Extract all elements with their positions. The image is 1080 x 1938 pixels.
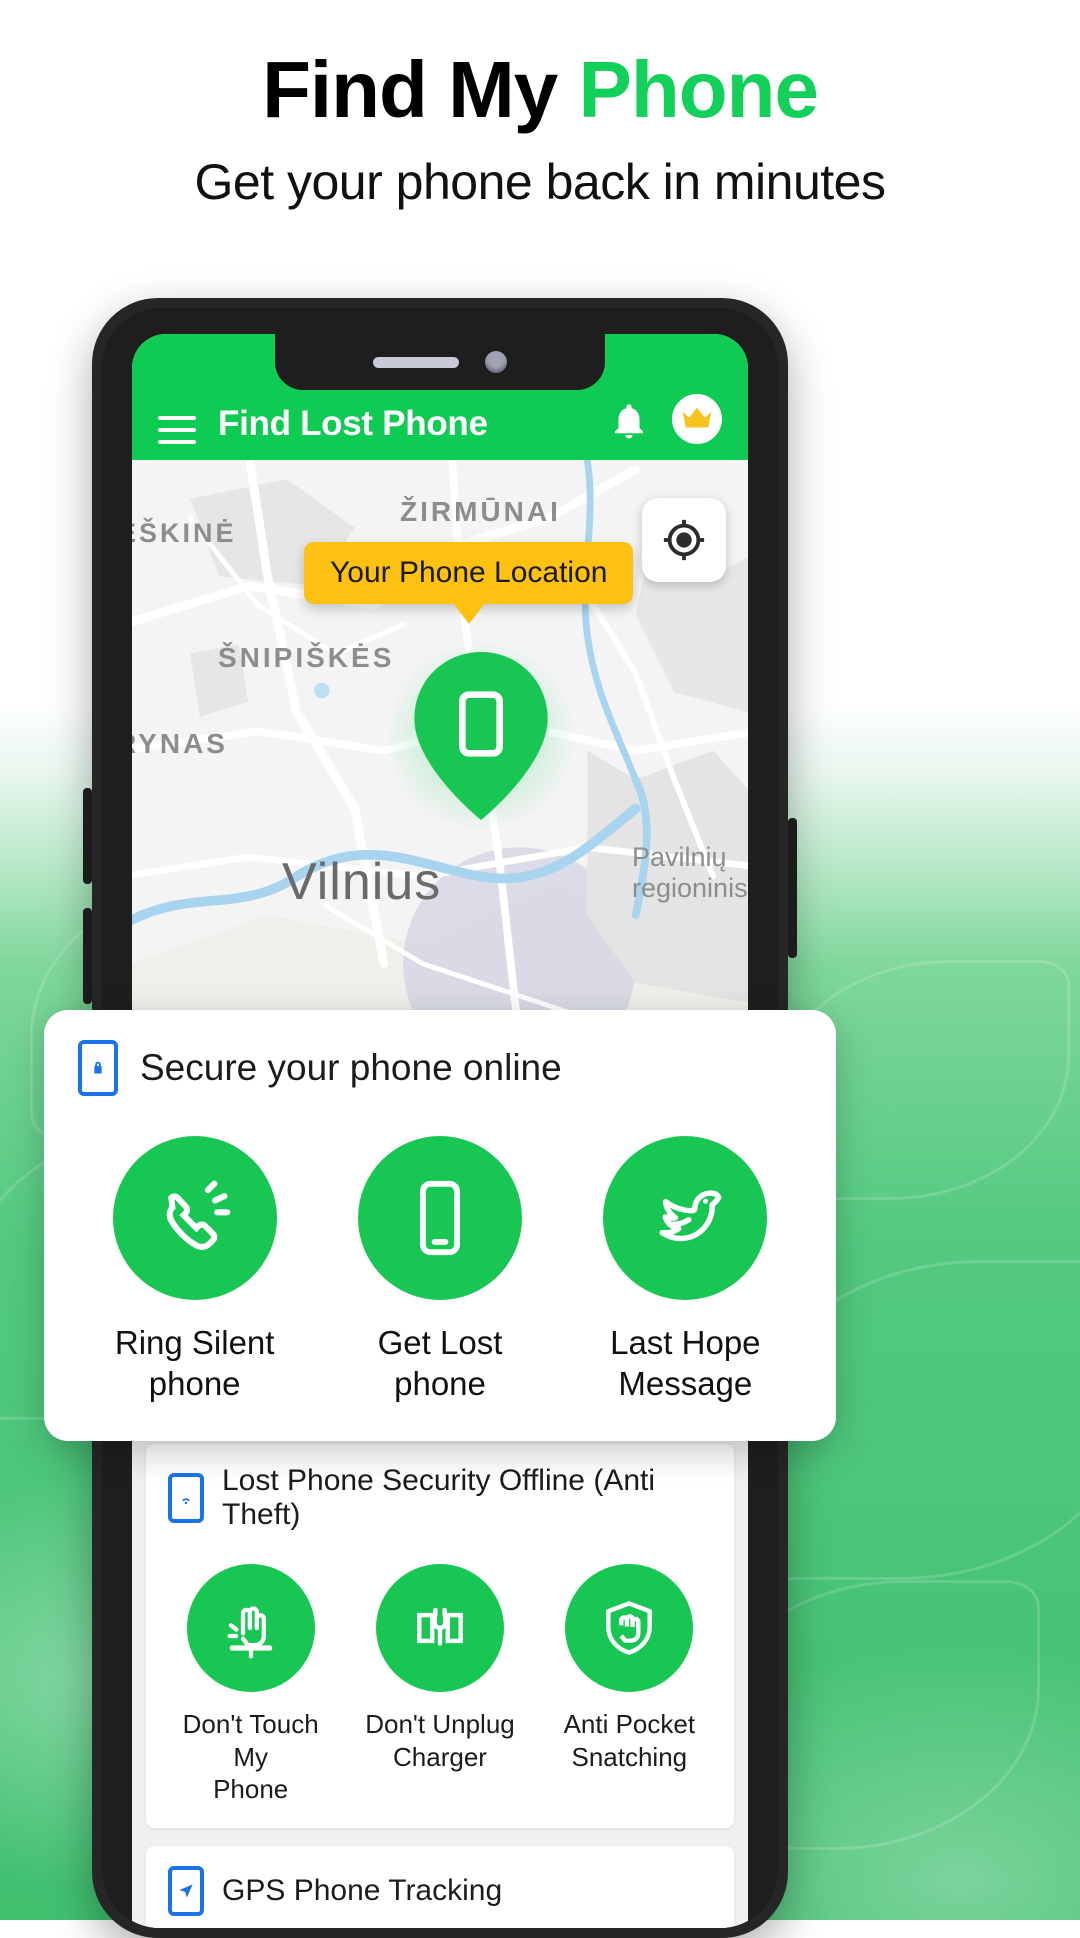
map-label: EŠKINĖ [132,518,237,548]
tile-label: Last Hope Message [610,1324,761,1403]
phone-notch [275,334,605,390]
tile-anti-pocket-snatching[interactable]: Anti Pocket Snatching [541,1564,717,1806]
charger-plug-icon [375,1564,504,1692]
notification-bell-icon[interactable] [608,400,650,444]
ringing-phone-icon [112,1136,277,1300]
map-park-label-line2: regioninis [632,873,748,904]
tile-label: Get Lost phone [377,1324,503,1403]
dove-bird-icon [603,1136,768,1300]
overlay-card-title: Secure your phone online [140,1047,562,1088]
section-anti-theft: Lost Phone Security Offline (Anti Theft) [146,1444,734,1828]
tile-row: Don't Touch My Phone Don't Unplug Charge… [156,1564,724,1806]
tile-get-lost-phone[interactable]: Get Lost phone [330,1136,551,1405]
hamburger-menu-icon[interactable] [158,416,196,444]
secure-online-overlay-card: Secure your phone online Ring Silent phon… [44,1010,836,1441]
tile-dont-touch-my-phone[interactable]: Don't Touch My Phone [163,1564,339,1806]
section-header: Lost Phone Security Offline (Anti Theft) [156,1462,724,1538]
overlay-card-header: Secure your phone online [72,1040,808,1096]
tile-label: Don't Touch My Phone [182,1709,319,1804]
page-title-black: Find My [262,45,579,134]
section-gps-tracking: GPS Phone Tracking Phone Locat [146,1845,734,1928]
tile-dont-unplug-charger[interactable]: Don't Unplug Charger [352,1564,528,1806]
map-label: ŠNIPIŠKĖS [218,642,395,673]
volume-down-button[interactable] [83,908,92,1004]
page-title: Find My Phone [0,48,1080,132]
phone-location-pin-icon[interactable] [390,628,572,844]
overlay-tile-row: Ring Silent phone Get Lost phone Last Hope… [72,1136,808,1405]
app-title: Find Lost Phone [218,404,488,443]
page-title-accent: Phone [578,45,818,134]
tile-last-hope-message[interactable]: Last Hope Message [575,1136,796,1405]
phone-wifi-icon [168,1473,204,1523]
map-label: RYNAS [132,728,228,759]
front-camera [485,351,507,373]
mobile-phone-icon [357,1136,522,1300]
map-label: ŽIRMŪNAI [400,496,561,527]
premium-crown-icon[interactable] [672,394,722,444]
map-callout-bubble[interactable]: Your Phone Location [304,542,634,604]
earpiece-speaker [373,356,459,368]
my-location-icon[interactable] [642,498,726,582]
map-park-label-line1: Pavilnių [632,842,727,872]
hand-touch-alert-icon [186,1564,315,1692]
tile-label: Anti Pocket Snatching [563,1709,696,1772]
map-city-label: Vilnius [282,853,442,911]
volume-up-button[interactable] [83,788,92,884]
power-button[interactable] [788,818,797,958]
map-view[interactable]: EŠKINĖ ŽIRMŪNAI ŠNIPIŠKĖS RYNAS Vilnius … [132,460,748,1080]
page-subtitle: Get your phone back in minutes [194,154,886,210]
section-title: GPS Phone Tracking [222,1873,503,1907]
navigation-arrow-icon [168,1865,204,1916]
section-header: GPS Phone Tracking [156,1864,724,1922]
headline-block: Find My Phone Get your phone back in min… [0,48,1080,211]
map-callout-text: Your Phone Location [330,556,608,589]
tile-label: Ring Silent phone [114,1324,275,1403]
phone-lock-icon [78,1040,118,1096]
section-title: Lost Phone Security Offline (Anti Theft) [222,1464,656,1531]
shield-hand-icon [565,1564,694,1692]
map-park-label: Pavilnių regioninis [632,842,748,904]
tile-label: Don't Unplug Charger [365,1709,515,1772]
tile-ring-silent-phone[interactable]: Ring Silent phone [84,1136,305,1405]
